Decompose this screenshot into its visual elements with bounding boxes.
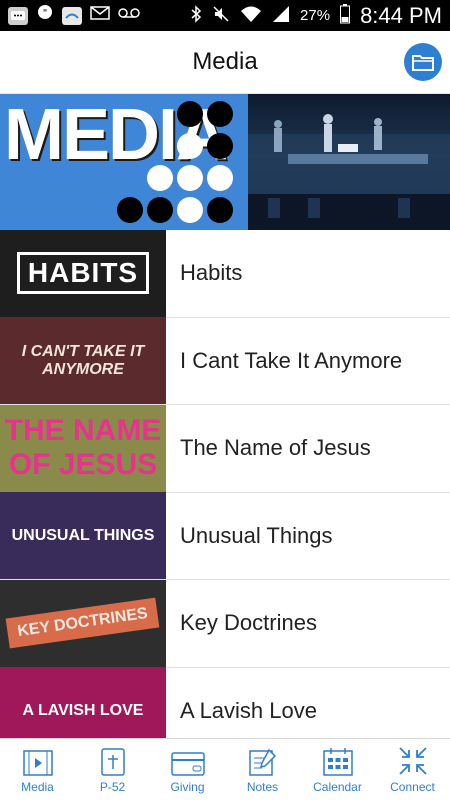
tab-p52[interactable]: P-52 [75,739,150,800]
series-thumbnail-text: I CAN'T TAKE IT ANYMORE [21,343,145,378]
series-title: Unusual Things [180,522,333,548]
voicemail-icon [118,6,140,25]
credit-card-icon [170,752,205,776]
tab-notes[interactable]: Notes [225,739,300,800]
mute-icon [212,5,230,27]
series-title: Key Doctrines [180,610,317,636]
tab-notes-label: Notes [246,780,279,794]
series-title: Habits [180,260,243,286]
connect-arrows-icon [398,747,427,775]
calendar-icon [322,748,353,776]
grace-app-icon [62,6,82,25]
tab-media-label: Media [21,780,54,794]
banner-graphic: MEDIA [0,94,248,230]
message-icon [8,6,28,25]
series-thumbnail-text: UNUSUAL THINGS [11,526,155,544]
series-thumbnail: THE NAME OF JESUS [0,404,166,492]
series-thumbnail-text: THE NAME OF JESUS [4,414,162,482]
tab-giving[interactable]: Giving [150,739,225,800]
tab-calendar-label: Calendar [313,780,362,794]
bible-icon [100,748,125,776]
svg-text:": " [43,8,48,19]
series-thumbnail: I CAN'T TAKE IT ANYMORE [0,317,166,405]
series-title: A Lavish Love [180,697,317,723]
bottom-tab-bar: Media P-52 Giving Notes Calendar Connect [0,738,450,800]
film-icon [22,750,53,776]
list-item[interactable]: KEY DOCTRINES Key Doctrines [0,579,450,668]
folder-button[interactable] [404,43,442,81]
status-bar: " 27% 8:44 PM [0,0,450,31]
folder-icon [412,55,434,71]
list-item[interactable]: I CAN'T TAKE IT ANYMORE I Cant Take It An… [0,317,450,405]
series-thumbnail-text: KEY DOCTRINES [6,597,160,649]
tab-connect-label: Connect [390,780,435,794]
list-item[interactable]: THE NAME OF JESUS The Name of Jesus [0,404,450,493]
stage-photo [248,114,450,230]
notes-icon [248,748,276,776]
tab-calendar[interactable]: Calendar [300,739,375,800]
app-header: Media [0,31,450,94]
series-list: HABITS Habits I CAN'T TAKE IT ANYMORE I Can… [0,229,450,755]
signal-icon [272,5,290,27]
wifi-icon [240,5,262,27]
banner-dots [117,101,233,223]
media-banner: MEDIA [0,94,450,230]
series-title: The Name of Jesus [180,435,371,461]
battery-icon [340,3,351,28]
email-icon [90,5,110,26]
page-title: Media [192,48,258,75]
tab-p52-label: P-52 [99,780,126,794]
series-thumbnail-text: HABITS [16,252,150,295]
series-thumbnail: UNUSUAL THINGS [0,492,166,580]
list-item[interactable]: UNUSUAL THINGS Unusual Things [0,492,450,580]
banner-stage-photo [248,94,450,230]
series-title: I Cant Take It Anymore [180,347,403,373]
list-item[interactable]: HABITS Habits [0,229,450,318]
tab-media[interactable]: Media [0,739,75,800]
battery-percent: 27% [300,7,331,24]
series-thumbnail: HABITS [0,229,166,317]
series-thumbnail: KEY DOCTRINES [0,579,166,667]
series-thumbnail-text: A LAVISH LOVE [22,701,144,719]
tab-giving-label: Giving [170,780,205,794]
hangouts-icon: " [36,4,54,27]
clock: 8:44 PM [360,2,442,28]
bluetooth-icon [190,4,202,27]
tab-connect[interactable]: Connect [375,739,450,800]
